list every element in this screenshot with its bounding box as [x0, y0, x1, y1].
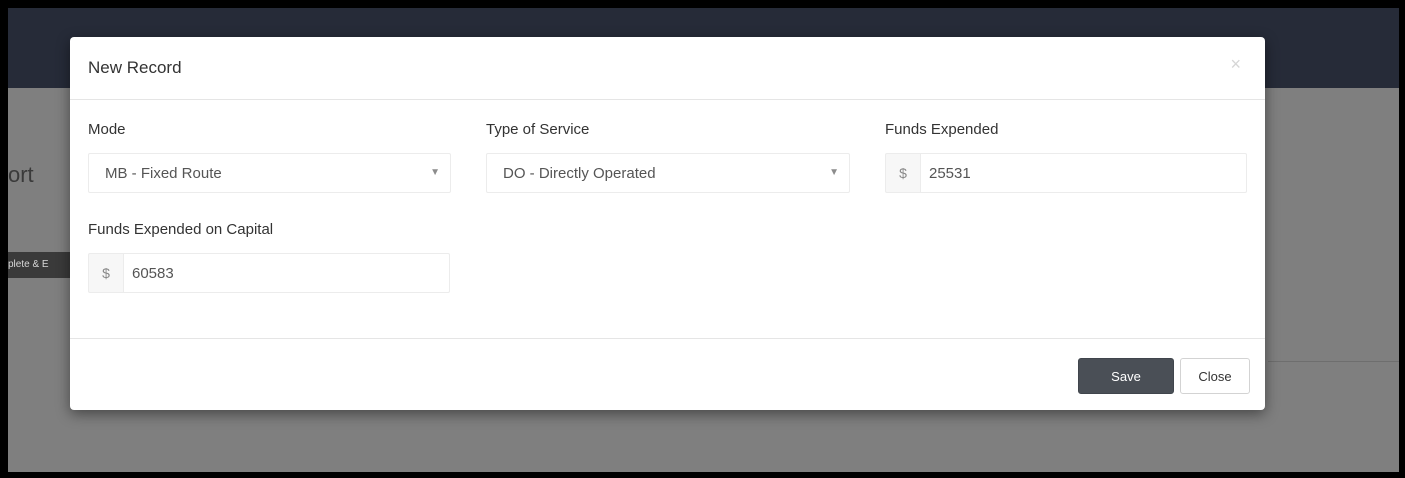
close-button[interactable]: Close — [1180, 358, 1250, 394]
funds-expended-capital-group: $ — [88, 253, 450, 293]
type-of-service-label: Type of Service — [486, 121, 590, 138]
funds-expended-capital-input[interactable] — [124, 254, 449, 292]
mode-label: Mode — [88, 121, 126, 138]
dollar-addon: $ — [885, 153, 921, 193]
funds-expended-capital-label: Funds Expended on Capital — [88, 221, 274, 238]
save-button[interactable]: Save — [1078, 358, 1174, 394]
dollar-addon: $ — [88, 253, 124, 293]
type-of-service-select[interactable]: DO - Directly Operated ▼ — [486, 153, 850, 193]
background-complete-button: plete & E — [8, 252, 74, 278]
app-window: ort plete & E New Record × Mode MB - Fix… — [8, 8, 1399, 472]
modal-title: New Record — [88, 58, 182, 77]
funds-expended-capital-field-wrap — [124, 253, 450, 293]
background-page-title: ort — [8, 162, 34, 187]
mode-select-value: MB - Fixed Route — [105, 165, 222, 182]
type-of-service-select-value: DO - Directly Operated — [503, 165, 656, 182]
modal-footer: Save Close — [70, 338, 1265, 411]
funds-expended-input[interactable] — [921, 154, 1246, 192]
funds-expended-field-wrap — [921, 153, 1247, 193]
funds-expended-group: $ — [885, 153, 1247, 193]
modal-header: New Record × — [70, 37, 1265, 100]
background-divider — [1268, 361, 1399, 362]
close-icon[interactable]: × — [1230, 54, 1241, 75]
chevron-down-icon: ▼ — [829, 167, 839, 178]
new-record-modal: New Record × Mode MB - Fixed Route ▼ Typ… — [70, 37, 1265, 410]
mode-select[interactable]: MB - Fixed Route ▼ — [88, 153, 451, 193]
chevron-down-icon: ▼ — [430, 167, 440, 178]
funds-expended-label: Funds Expended — [885, 121, 999, 138]
